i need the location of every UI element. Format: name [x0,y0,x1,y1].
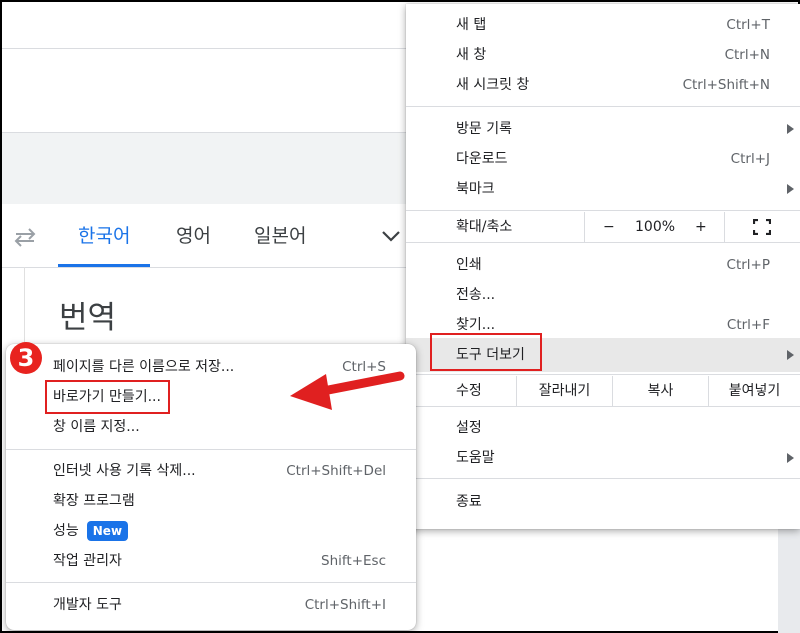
pointer-arrow-icon [290,371,405,410]
menu-shortcut: Shift+Esc [321,553,386,569]
menu-label: 북마크 [456,181,495,197]
menu-item-history[interactable]: 방문 기록 [406,114,800,144]
menu-label: 다운로드 [456,151,508,167]
menu-item-settings[interactable]: 설정 [406,413,800,443]
zoom-row: 확대/축소 − 100% + [406,212,800,242]
swap-languages-icon[interactable] [12,225,38,249]
edit-label: 수정 [456,383,482,399]
menu-item-new-tab[interactable]: 새 탭 Ctrl+T [406,10,800,40]
menu-label: 도움말 [456,450,495,466]
menu-label: 성능 [53,523,79,539]
menu-label: 작업 관리자 [53,553,122,569]
menu-shortcut: Ctrl+N [724,47,770,63]
lang-bar-divider [2,267,406,268]
menu-shortcut: Ctrl+Shift+N [682,77,770,93]
menu-label: 확장 프로그램 [53,493,135,509]
band-top-divider [2,132,406,133]
menu-shortcut: Ctrl+Shift+I [304,597,386,613]
menu-item-exit[interactable]: 종료 [406,487,800,517]
paste-button[interactable]: 붙여넣기 [708,376,800,406]
menu-item-dev-tools[interactable]: 개발자 도구 Ctrl+Shift+I [6,590,416,620]
submenu-arrow-icon [787,124,794,134]
menu-item-incognito[interactable]: 새 시크릿 창 Ctrl+Shift+N [406,70,800,100]
zoom-out-button[interactable]: − [603,212,615,242]
menu-label: 인터넷 사용 기록 삭제... [53,463,196,479]
menu-label: 새 창 [456,47,487,63]
zoom-label: 확대/축소 [456,219,513,235]
menu-label: 인쇄 [456,257,482,273]
panel-divider [24,267,25,347]
fullscreen-cell[interactable] [724,212,800,242]
toolbar-band [2,132,422,204]
menu-item-downloads[interactable]: 다운로드 Ctrl+J [406,144,800,174]
menu-separator [406,106,800,107]
scroll-gutter [778,522,800,633]
menu-separator [406,210,800,211]
menu-shortcut: Ctrl+Shift+Del [286,463,386,479]
menu-item-cast[interactable]: 전송... [406,280,800,310]
chrome-main-menu: 새 탭 Ctrl+T 새 창 Ctrl+N 새 시크릿 창 Ctrl+Shift… [406,4,800,529]
fullscreen-icon[interactable] [753,219,771,235]
submenu-arrow-icon [787,350,794,360]
menu-separator [406,374,800,375]
menu-label: 페이지를 다른 이름으로 저장... [53,359,235,375]
submenu-arrow-icon [787,453,794,463]
copy-button[interactable]: 복사 [612,376,708,406]
menu-separator [406,406,800,407]
edit-row: 수정 잘라내기 복사 붙여넣기 [406,376,800,406]
menu-label: 전송... [456,287,496,303]
menu-shortcut: Ctrl+P [726,257,770,273]
menu-separator [406,242,800,243]
menu-label: 개발자 도구 [53,597,122,613]
step-number-badge: 3 [10,342,42,374]
menu-label: 종료 [456,494,482,510]
performance-label-wrap: 성능 New [53,516,129,546]
menu-label: 설정 [456,420,482,436]
menu-item-task-manager[interactable]: 작업 관리자 Shift+Esc [6,546,416,576]
menu-shortcut: Ctrl+T [726,17,770,33]
menu-label: 방문 기록 [456,121,512,137]
new-badge: New [86,521,129,541]
tab-korean[interactable]: 한국어 [57,205,152,267]
zoom-controls: − 100% + [584,212,724,242]
cut-button[interactable]: 잘라내기 [516,376,612,406]
menu-separator [406,478,800,479]
chevron-down-icon[interactable] [380,227,402,245]
highlight-box-more-tools [430,333,542,371]
zoom-in-button[interactable]: + [695,212,707,242]
menu-label: 새 시크릿 창 [456,77,530,93]
menu-label: 새 탭 [456,17,487,33]
tab-english[interactable]: 영어 [176,205,211,267]
menu-separator [6,582,416,583]
menu-label: 창 이름 지정... [53,419,140,435]
menu-item-performance[interactable]: 성능 New [6,516,416,546]
menu-separator [6,449,416,450]
menu-item-print[interactable]: 인쇄 Ctrl+P [406,250,800,280]
menu-item-clear-data[interactable]: 인터넷 사용 기록 삭제... Ctrl+Shift+Del [6,456,416,486]
menu-item-help[interactable]: 도움말 [406,443,800,473]
translate-heading: 번역 [59,300,117,336]
menu-item-extensions[interactable]: 확장 프로그램 [6,486,416,516]
tab-japanese[interactable]: 일본어 [254,205,306,267]
zoom-value: 100% [635,219,676,235]
submenu-arrow-icon [787,184,794,194]
menu-shortcut: Ctrl+F [726,317,770,333]
highlight-box-create-shortcut [45,380,170,414]
header-divider [2,48,406,49]
menu-shortcut: Ctrl+J [730,151,770,167]
menu-item-bookmarks[interactable]: 북마크 [406,174,800,204]
language-bar: 한국어 영어 일본어 [2,205,422,267]
menu-item-new-window[interactable]: 새 창 Ctrl+N [406,40,800,70]
